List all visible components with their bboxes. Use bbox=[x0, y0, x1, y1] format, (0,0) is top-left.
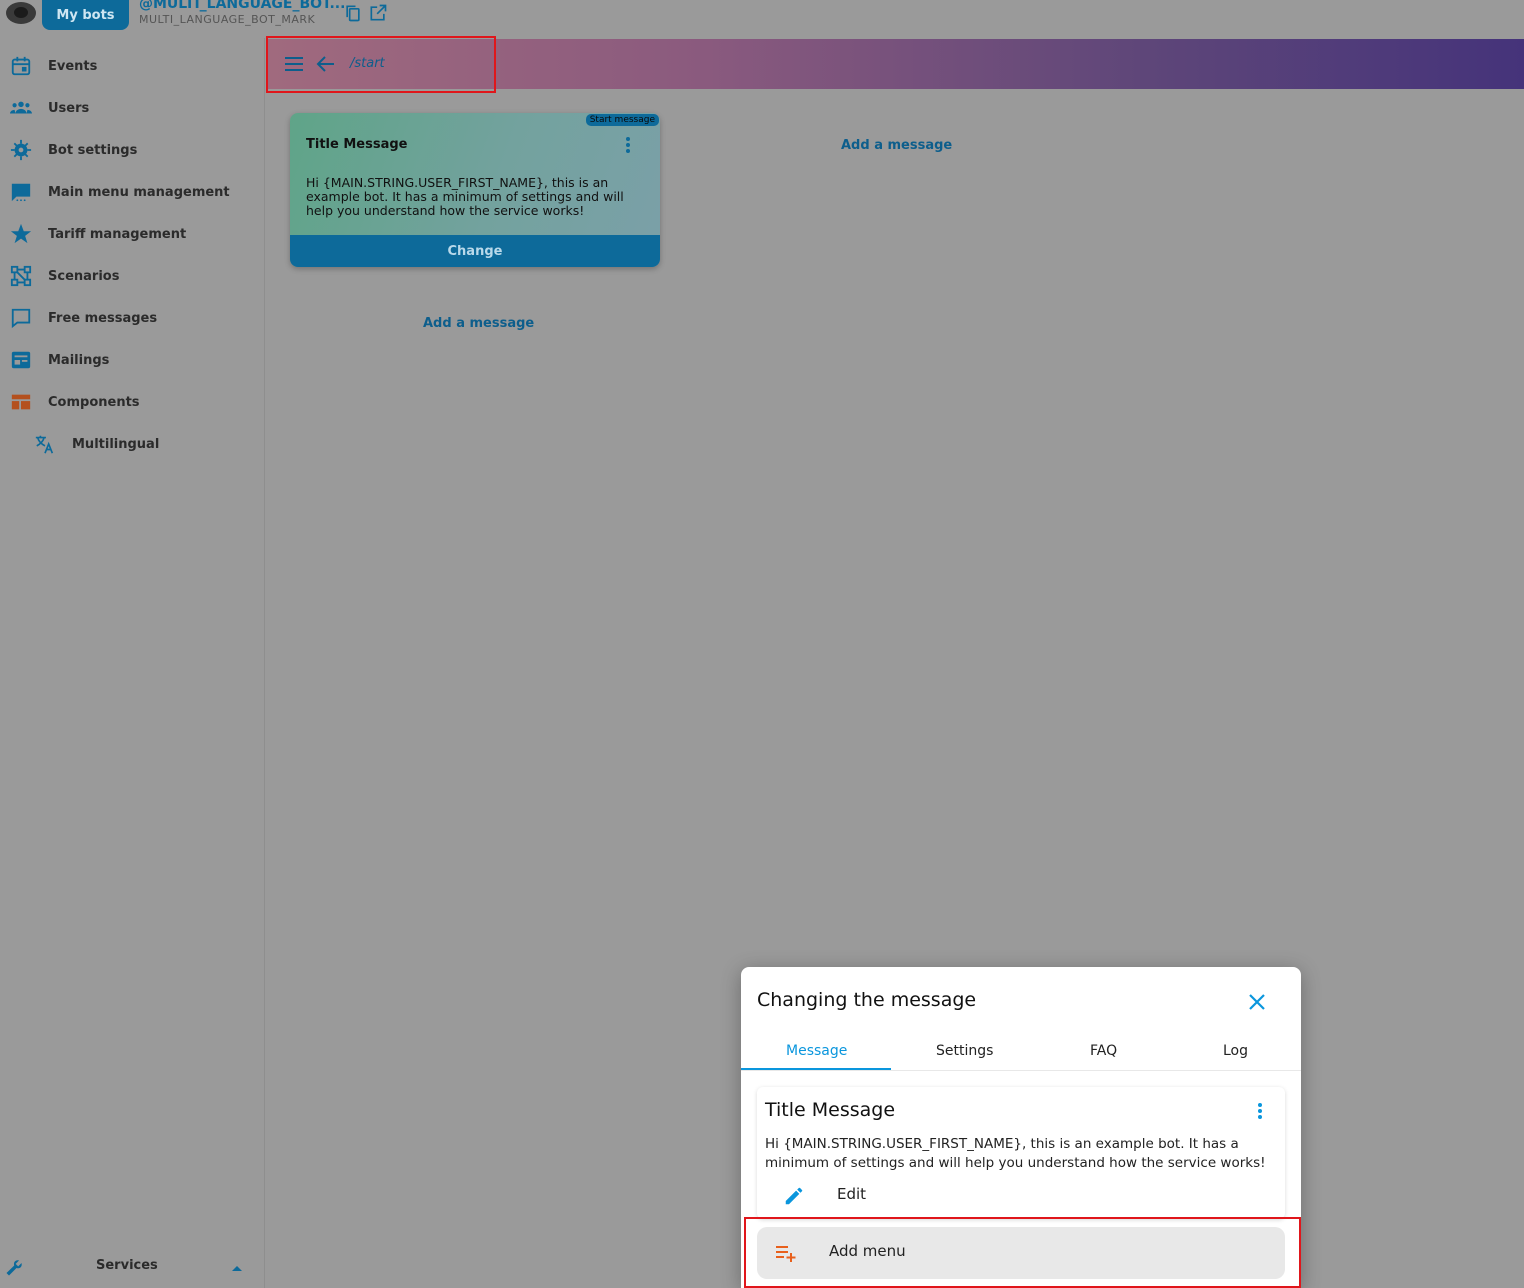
chat-menu-icon bbox=[11, 183, 31, 202]
caret-up-icon bbox=[232, 1266, 242, 1271]
tab-message[interactable]: Message bbox=[786, 1043, 847, 1059]
close-icon[interactable] bbox=[1246, 991, 1268, 1013]
tab-divider bbox=[741, 1070, 1301, 1071]
newsletter-icon bbox=[11, 351, 31, 369]
sidebar-item-multilingual[interactable]: Multilingual bbox=[0, 423, 265, 465]
more-vertical-icon[interactable] bbox=[1257, 1102, 1263, 1120]
gear-icon bbox=[10, 139, 32, 161]
sidebar-item-mailings[interactable]: Mailings bbox=[0, 339, 265, 381]
sidebar-item-label: Scenarios bbox=[48, 268, 120, 284]
highlight-box bbox=[266, 36, 496, 93]
calendar-icon bbox=[11, 56, 31, 76]
sidebar-item-label: Bot settings bbox=[48, 142, 138, 158]
components-icon bbox=[11, 394, 31, 410]
more-vertical-icon[interactable] bbox=[625, 136, 631, 154]
star-icon bbox=[10, 223, 32, 244]
edit-button[interactable]: Edit bbox=[837, 1185, 866, 1203]
active-tab-indicator bbox=[741, 1068, 891, 1070]
robot-logo-icon[interactable] bbox=[6, 2, 36, 24]
card-text: Hi {MAIN.STRING.USER_FIRST_NAME}, this i… bbox=[306, 175, 624, 218]
bot-mark: MULTI_LANGUAGE_BOT_MARK bbox=[139, 13, 316, 26]
message-title: Title Message bbox=[765, 1099, 896, 1121]
sidebar-item-components[interactable]: Components bbox=[0, 381, 265, 423]
tab-faq[interactable]: FAQ bbox=[1090, 1043, 1117, 1059]
chat-bubble-icon bbox=[11, 308, 31, 329]
message-text: Hi {MAIN.STRING.USER_FIRST_NAME}, this i… bbox=[765, 1136, 1266, 1171]
dialog-title: Changing the message bbox=[757, 989, 977, 1011]
my-bots-button[interactable]: My bots bbox=[42, 0, 129, 30]
change-button[interactable]: Change bbox=[290, 235, 660, 267]
scenario-graph-icon bbox=[10, 265, 32, 287]
sidebar-item-main-menu-management[interactable]: Main menu management bbox=[0, 171, 265, 213]
sidebar-item-free-messages[interactable]: Free messages bbox=[0, 297, 265, 339]
bot-handle: @MULTI_LANGUAGE_BOT... bbox=[139, 0, 346, 12]
highlight-box bbox=[744, 1217, 1301, 1288]
users-icon bbox=[10, 101, 32, 114]
add-message-link[interactable]: Add a message bbox=[423, 316, 534, 331]
tab-log[interactable]: Log bbox=[1223, 1043, 1248, 1059]
sidebar-item-label: Users bbox=[48, 100, 90, 116]
services-toggle[interactable]: Services bbox=[0, 1246, 265, 1288]
pencil-icon[interactable] bbox=[783, 1185, 805, 1207]
translate-icon bbox=[35, 435, 54, 454]
sidebar-item-label: Tariff management bbox=[48, 226, 187, 242]
sidebar-item-scenarios[interactable]: Scenarios bbox=[0, 255, 265, 297]
message-preview: Title Message Hi {MAIN.STRING.USER_FIRST… bbox=[757, 1087, 1285, 1219]
sidebar: Events Users Bot settings Main menu mana… bbox=[0, 38, 265, 1288]
sidebar-item-label: Mailings bbox=[48, 352, 110, 368]
sidebar-item-label: Free messages bbox=[48, 310, 158, 326]
sidebar-item-bot-settings[interactable]: Bot settings bbox=[0, 129, 265, 171]
start-message-badge: Start message bbox=[585, 114, 659, 126]
sidebar-item-label: Components bbox=[48, 394, 140, 410]
message-card[interactable]: Start message Title Message Hi {MAIN.STR… bbox=[290, 113, 660, 267]
sidebar-item-label: Multilingual bbox=[72, 436, 160, 452]
sidebar-item-label: Events bbox=[48, 58, 98, 74]
open-external-icon[interactable] bbox=[368, 3, 388, 23]
top-bar: My bots @MULTI_LANGUAGE_BOT... MULTI_LAN… bbox=[0, 0, 1524, 38]
wrench-icon bbox=[6, 1260, 22, 1276]
sidebar-item-users[interactable]: Users bbox=[0, 87, 265, 129]
tab-settings[interactable]: Settings bbox=[936, 1043, 993, 1059]
services-label: Services bbox=[96, 1258, 158, 1273]
card-title: Title Message bbox=[306, 137, 408, 152]
copy-icon[interactable] bbox=[343, 3, 363, 23]
sidebar-item-events[interactable]: Events bbox=[0, 45, 265, 87]
sidebar-item-tariff-management[interactable]: Tariff management bbox=[0, 213, 265, 255]
add-message-link[interactable]: Add a message bbox=[841, 138, 952, 153]
sidebar-item-label: Main menu management bbox=[48, 184, 230, 200]
